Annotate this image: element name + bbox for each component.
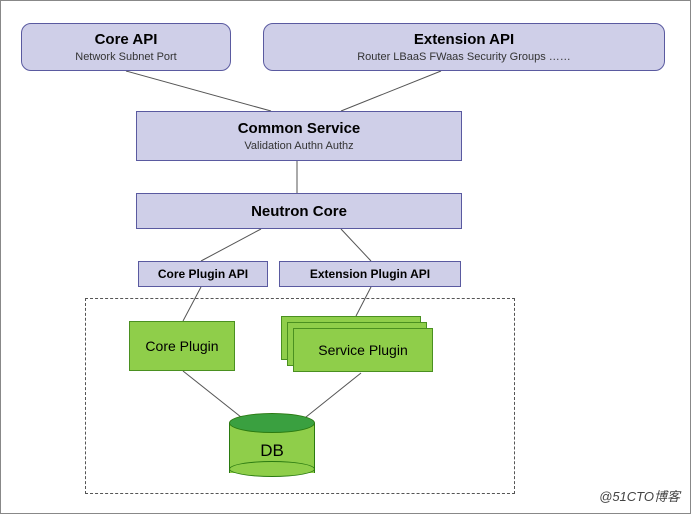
- core-api-sub: Network Subnet Port: [75, 51, 177, 63]
- db-cylinder: DB: [229, 413, 315, 477]
- extension-api-sub: Router LBaaS FWaas Security Groups ……: [357, 51, 571, 63]
- core-api-title: Core API: [95, 31, 158, 48]
- db-top: [229, 413, 315, 433]
- db-label: DB: [229, 441, 315, 461]
- common-service-box: Common Service Validation Authn Authz: [136, 111, 462, 161]
- common-service-sub: Validation Authn Authz: [244, 140, 353, 152]
- core-plugin-box: Core Plugin: [129, 321, 235, 371]
- service-plugin-label: Service Plugin: [318, 342, 408, 358]
- extension-api-box: Extension API Router LBaaS FWaas Securit…: [263, 23, 665, 71]
- common-service-title: Common Service: [238, 120, 361, 137]
- watermark: @51CTO博客: [599, 486, 680, 505]
- extension-api-title: Extension API: [414, 31, 514, 48]
- extension-plugin-api-title: Extension Plugin API: [310, 267, 430, 281]
- extension-plugin-api-box: Extension Plugin API: [279, 261, 461, 287]
- neutron-core-title: Neutron Core: [251, 203, 347, 220]
- service-plugin-card-front: Service Plugin: [293, 328, 433, 372]
- core-plugin-api-title: Core Plugin API: [158, 267, 248, 281]
- core-plugin-api-box: Core Plugin API: [138, 261, 268, 287]
- neutron-core-box: Neutron Core: [136, 193, 462, 229]
- db-bottom: [229, 461, 315, 477]
- core-api-box: Core API Network Subnet Port: [21, 23, 231, 71]
- service-plugin-stack: Service Plugin: [281, 316, 433, 374]
- core-plugin-label: Core Plugin: [145, 338, 218, 354]
